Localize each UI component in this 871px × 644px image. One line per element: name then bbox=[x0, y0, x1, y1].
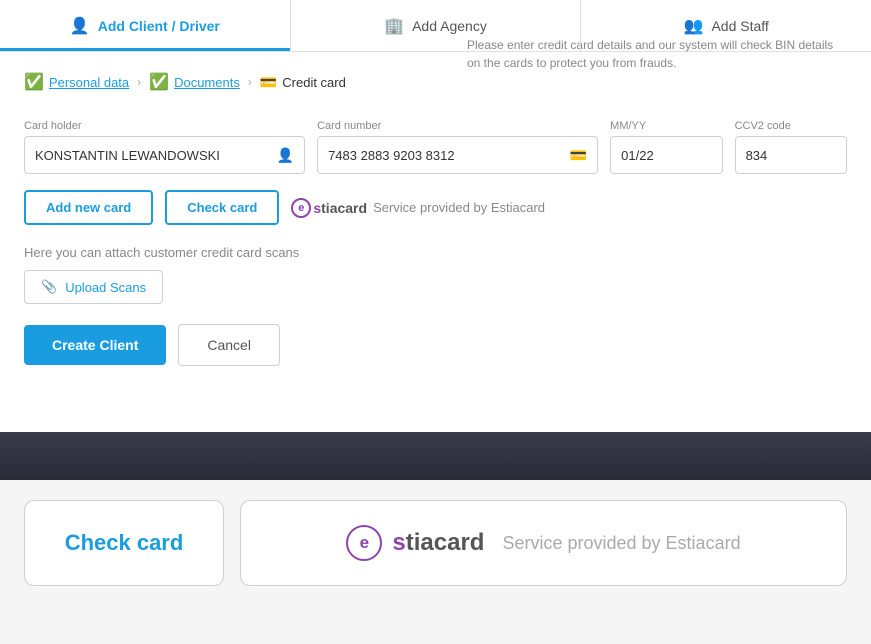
ccv-input-wrapper bbox=[735, 136, 847, 174]
person-icon: 👤 bbox=[277, 147, 294, 164]
bottom-estiacard-box: e stiacard Service provided by Estiacard bbox=[240, 500, 847, 586]
upload-scans-button[interactable]: 📎 Upload Scans bbox=[24, 270, 163, 304]
expiry-input-wrapper bbox=[610, 136, 722, 174]
ccv-input[interactable] bbox=[746, 148, 836, 163]
upload-section: Here you can attach customer credit card… bbox=[24, 245, 847, 304]
expiry-input[interactable] bbox=[621, 148, 711, 163]
upload-scans-label: Upload Scans bbox=[65, 280, 146, 295]
dark-divider bbox=[0, 432, 871, 480]
nav-add-staff-label: Add Staff bbox=[711, 18, 768, 34]
card-number-input-wrapper: 💳 bbox=[317, 136, 598, 174]
step-documents: ✅ Documents bbox=[149, 72, 240, 92]
expiry-group: MM/YY bbox=[610, 120, 722, 174]
form-action-row: Create Client Cancel bbox=[24, 324, 847, 366]
credit-card-icon: 💳 bbox=[260, 74, 277, 91]
card-holder-input-wrapper: 👤 bbox=[24, 136, 305, 174]
card-holder-group: Card holder 👤 bbox=[24, 120, 305, 174]
nav-add-client-label: Add Client / Driver bbox=[98, 18, 220, 34]
nav-add-staff[interactable]: 👥 Add Staff bbox=[581, 0, 871, 51]
card-icon: 💳 bbox=[570, 147, 587, 164]
ccv-group: CCV2 code bbox=[735, 120, 847, 174]
estiacard-logo: e stiacard bbox=[291, 198, 367, 218]
check-card-button[interactable]: Check card bbox=[165, 190, 279, 225]
estia-circle-icon: e bbox=[291, 198, 311, 218]
form-area: ✅ Personal data › ✅ Documents › 💳 Credit… bbox=[0, 52, 871, 432]
card-action-row: Add new card Check card e stiacard Servi… bbox=[24, 190, 847, 225]
steps-breadcrumb: ✅ Personal data › ✅ Documents › 💳 Credit… bbox=[24, 72, 346, 92]
card-number-input[interactable] bbox=[328, 148, 570, 163]
step-documents-link[interactable]: Documents bbox=[174, 75, 240, 90]
check-documents-icon: ✅ bbox=[149, 72, 169, 92]
card-form-row: Card holder 👤 Card number 💳 MM/YY CCV2 c… bbox=[24, 120, 847, 174]
card-holder-input[interactable] bbox=[35, 148, 277, 163]
card-number-group: Card number 💳 bbox=[317, 120, 598, 174]
bottom-highlight-section: Check card e stiacard Service provided b… bbox=[0, 480, 871, 606]
create-client-button[interactable]: Create Client bbox=[24, 325, 166, 365]
add-new-card-button[interactable]: Add new card bbox=[24, 190, 153, 225]
step-credit: 💳 Credit card bbox=[260, 74, 346, 91]
estia-large-service-text: Service provided by Estiacard bbox=[502, 533, 740, 554]
agency-icon: 🏢 bbox=[384, 16, 404, 36]
client-icon: 👤 bbox=[70, 16, 90, 36]
step-personal-link[interactable]: Personal data bbox=[49, 75, 129, 90]
nav-add-client[interactable]: 👤 Add Client / Driver bbox=[0, 0, 291, 51]
check-personal-icon: ✅ bbox=[24, 72, 44, 92]
step-credit-label: Credit card bbox=[282, 75, 346, 90]
staff-icon: 👥 bbox=[684, 16, 704, 36]
nav-add-agency[interactable]: 🏢 Add Agency bbox=[291, 0, 582, 51]
card-number-label: Card number bbox=[317, 120, 598, 132]
estia-service-label: Service provided by Estiacard bbox=[373, 200, 545, 215]
sep1: › bbox=[137, 75, 141, 89]
expiry-label: MM/YY bbox=[610, 120, 722, 132]
bottom-check-card-label: Check card bbox=[65, 530, 184, 556]
estia-large-circle-icon: e bbox=[346, 525, 382, 561]
estia-large-name: stiacard bbox=[392, 529, 484, 557]
upload-icon: 📎 bbox=[41, 279, 57, 295]
estiacard-large-logo: e stiacard Service provided by Estiacard bbox=[346, 525, 740, 561]
step-personal: ✅ Personal data bbox=[24, 72, 129, 92]
upload-label: Here you can attach customer credit card… bbox=[24, 245, 847, 260]
nav-add-agency-label: Add Agency bbox=[412, 18, 487, 34]
sep2: › bbox=[248, 75, 252, 89]
bottom-check-card-box: Check card bbox=[24, 500, 224, 586]
cancel-button[interactable]: Cancel bbox=[178, 324, 280, 366]
card-holder-label: Card holder bbox=[24, 120, 305, 132]
ccv-label: CCV2 code bbox=[735, 120, 847, 132]
estia-name: stiacard bbox=[313, 200, 367, 216]
estiacard-badge: e stiacard Service provided by Estiacard bbox=[291, 198, 545, 218]
top-navigation: 👤 Add Client / Driver 🏢 Add Agency 👥 Add… bbox=[0, 0, 871, 52]
